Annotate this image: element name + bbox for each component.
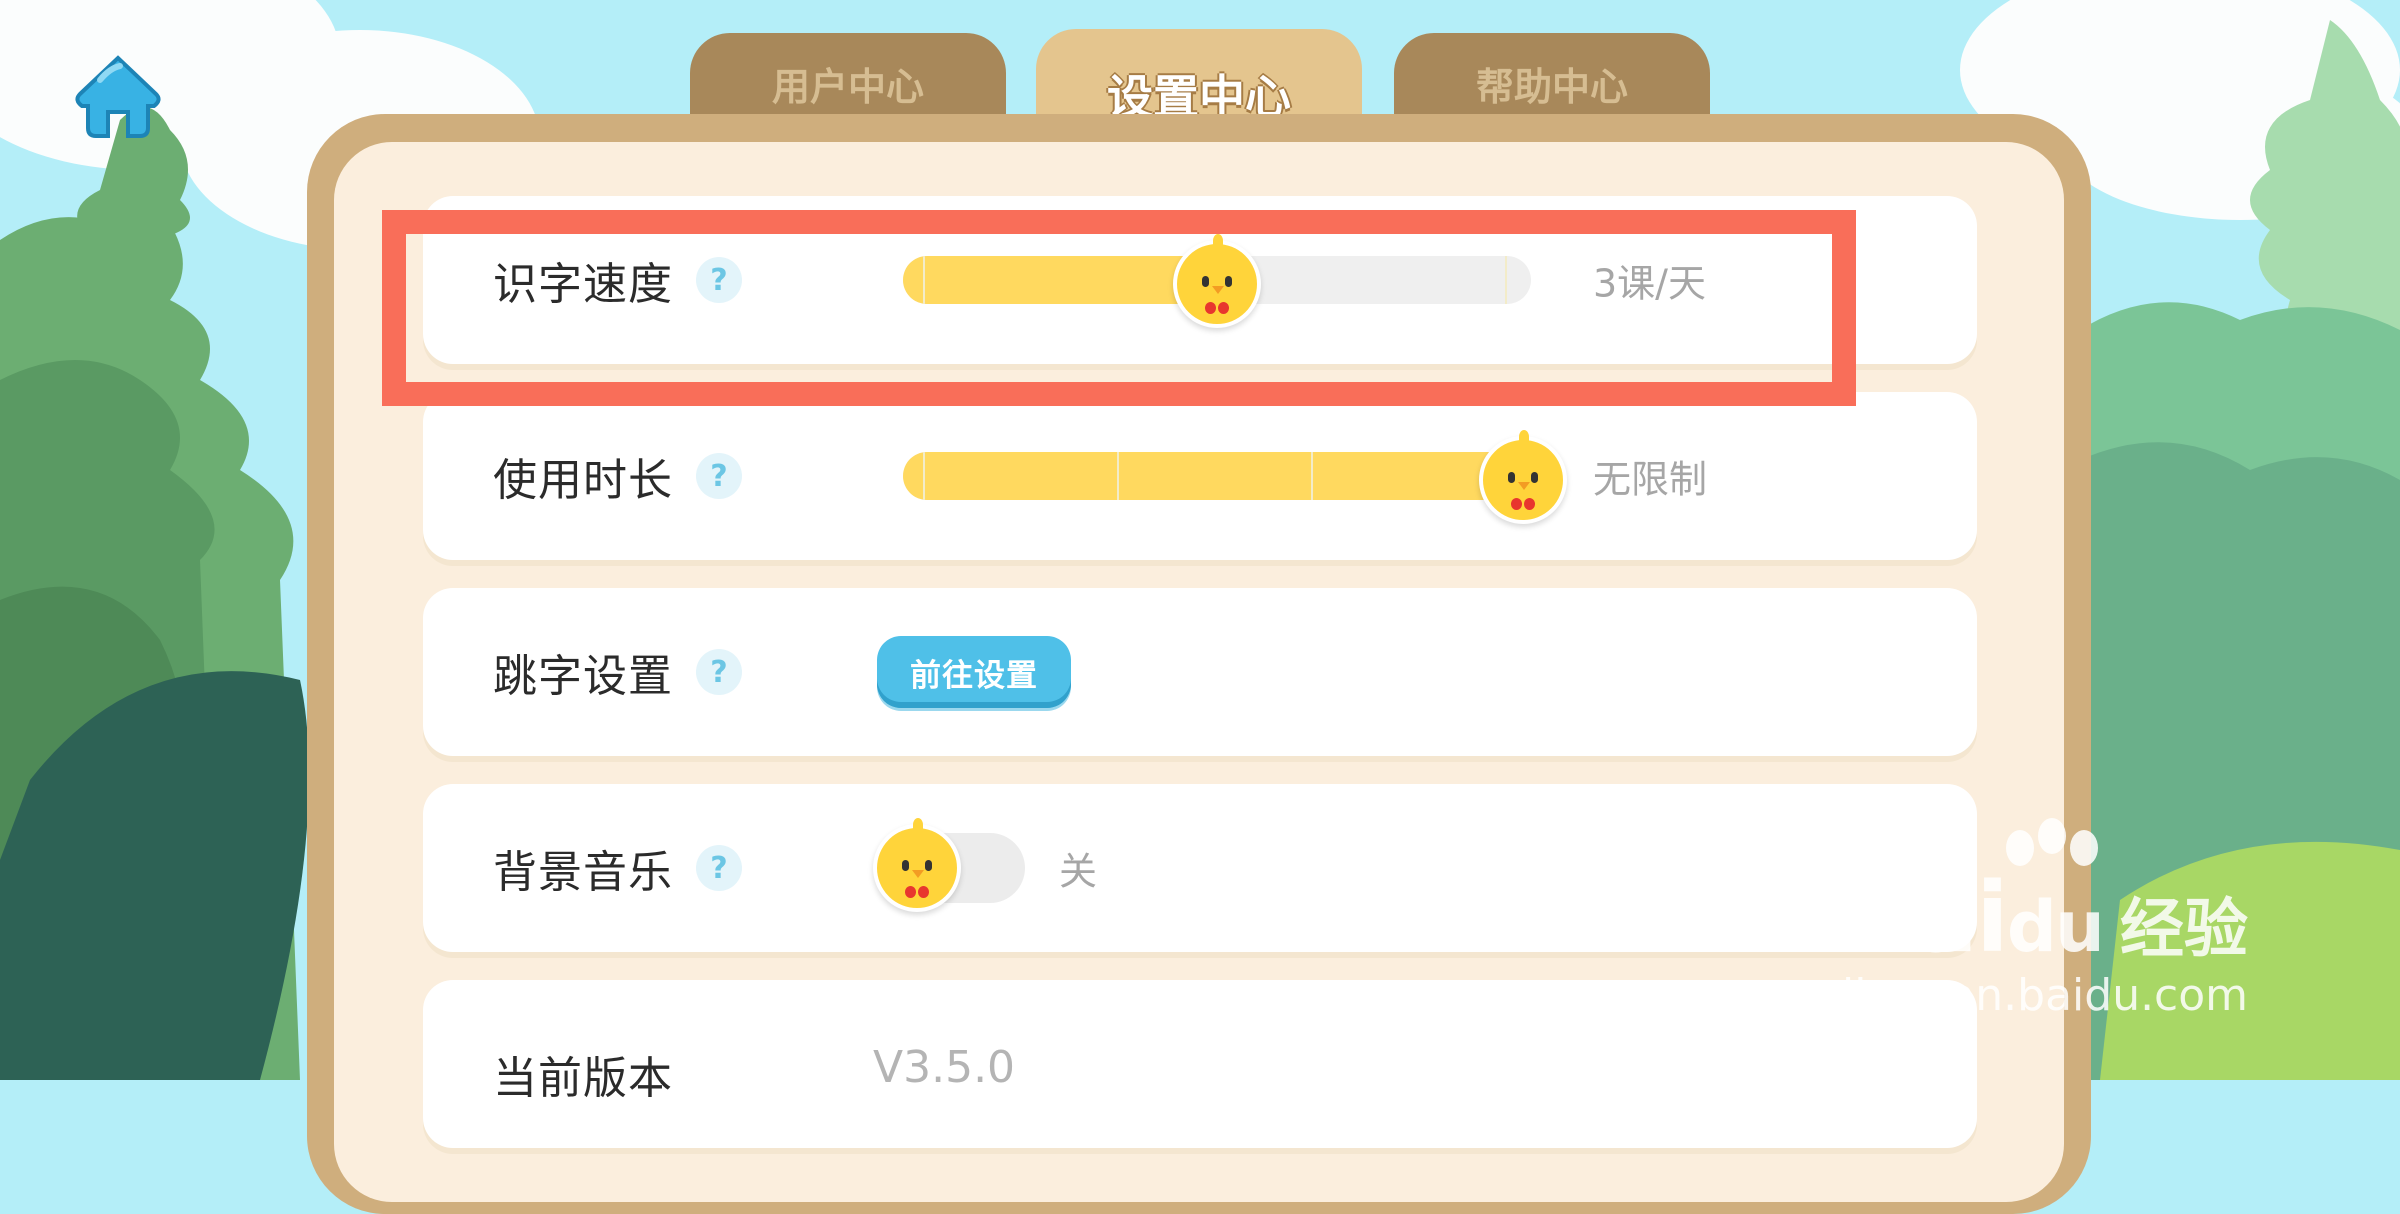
skip-words-label: 跳字设置 xyxy=(493,651,673,702)
watermark-suffix: 经验 xyxy=(2120,893,2248,967)
usage-duration-value: 无限制 xyxy=(1593,457,1708,502)
highlight-box xyxy=(382,210,1856,406)
home-icon[interactable] xyxy=(70,50,166,140)
slider-tick xyxy=(1311,452,1313,500)
usage-duration-slider-handle[interactable] xyxy=(1479,430,1567,524)
usage-duration-fill xyxy=(903,452,1531,500)
version-label: 当前版本 xyxy=(493,1053,673,1104)
usage-duration-help-icon[interactable]: ? xyxy=(696,453,742,499)
slider-tick xyxy=(923,452,925,500)
go-to-settings-button[interactable]: 前往设置 xyxy=(877,636,1071,708)
setting-row-usage-duration: 使用时长 ? 无限制 xyxy=(423,392,1977,560)
skip-words-help-icon[interactable]: ? xyxy=(696,649,742,695)
background-music-toggle-knob[interactable] xyxy=(873,818,961,912)
paw-logo-icon xyxy=(2006,818,2098,866)
usage-duration-label: 使用时长 xyxy=(493,455,673,506)
background-music-label: 背景音乐 xyxy=(493,847,673,898)
setting-row-background-music: 背景音乐 ? 关 xyxy=(423,784,1977,952)
setting-row-skip-words: 跳字设置 ? 前往设置 xyxy=(423,588,1977,756)
background-music-state: 关 xyxy=(1059,849,1098,894)
setting-row-version: 当前版本 V3.5.0 xyxy=(423,980,1977,1148)
background-music-help-icon[interactable]: ? xyxy=(696,845,742,891)
usage-duration-slider[interactable] xyxy=(903,452,1531,500)
watermark-url: jingyan.baidu.com xyxy=(1842,970,2249,1021)
version-value: V3.5.0 xyxy=(873,1042,1016,1093)
slider-tick xyxy=(1117,452,1119,500)
watermark-brand-text: Bai xyxy=(1842,862,2009,974)
